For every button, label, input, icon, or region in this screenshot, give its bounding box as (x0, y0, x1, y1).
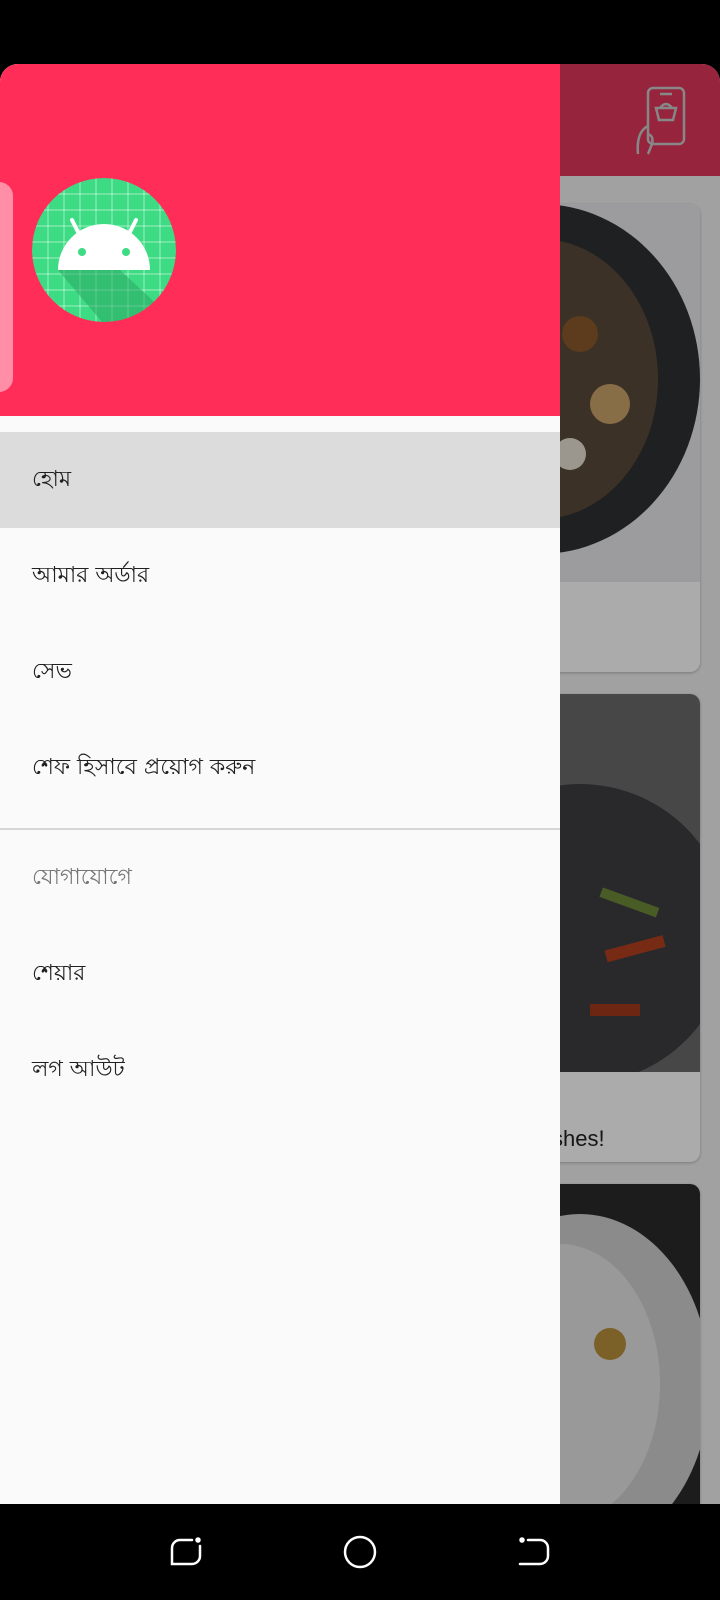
menu-item-label: সেভ (32, 658, 72, 684)
menu-item-logout[interactable]: লগ আউট (0, 1022, 560, 1118)
menu-item-share[interactable]: শেয়ার (0, 926, 560, 1022)
menu-item-label: আমার অর্ডার (32, 562, 150, 588)
menu-item-apply-as-chef[interactable]: শেফ হিসাবে প্রয়োগ করুন (0, 720, 560, 816)
navigation-drawer: হোম আমার অর্ডার সেভ শেফ হিসাবে প্রয়োগ ক… (0, 64, 560, 1504)
system-nav-bar (0, 1504, 720, 1600)
menu-item-label: হোম (32, 466, 72, 492)
menu-item-label: লগ আউট (32, 1056, 125, 1082)
menu-item-saved[interactable]: সেভ (0, 624, 560, 720)
menu-item-home[interactable]: হোম (0, 432, 560, 528)
menu-item-my-orders[interactable]: আমার অর্ডার (0, 528, 560, 624)
status-bar (0, 0, 720, 64)
recents-icon[interactable] (166, 1532, 206, 1572)
menu-item-label: শেয়ার (32, 960, 86, 986)
section-title-label: যোগাযোগে (32, 864, 132, 890)
section-title-contact: যোগাযোগে (0, 830, 560, 926)
drawer-header (0, 64, 560, 416)
header-edge-tab (0, 182, 13, 392)
android-icon[interactable] (32, 178, 176, 322)
drawer-menu: হোম আমার অর্ডার সেভ শেফ হিসাবে প্রয়োগ ক… (0, 432, 560, 1118)
back-icon[interactable] (514, 1532, 554, 1572)
home-circle-icon[interactable] (340, 1532, 380, 1572)
menu-item-label: শেফ হিসাবে প্রয়োগ করুন (32, 754, 256, 780)
